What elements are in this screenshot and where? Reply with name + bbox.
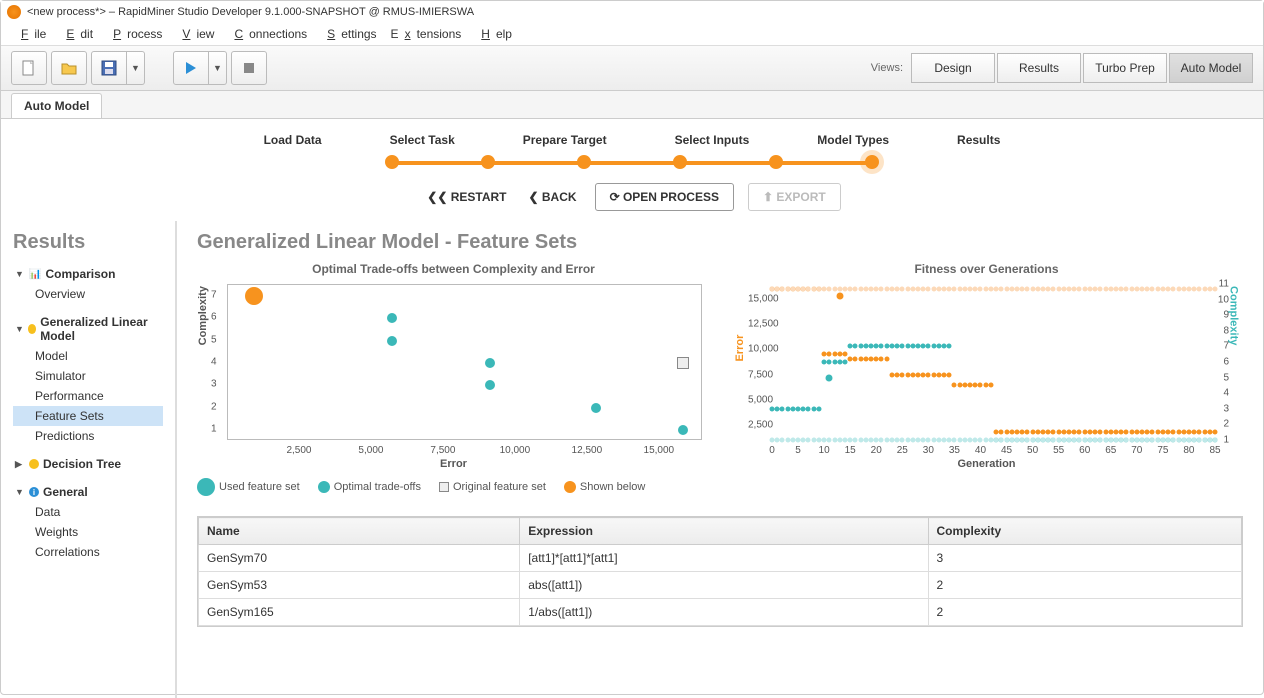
- restart-button[interactable]: ❮❮ RESTART: [423, 184, 510, 210]
- view-turbo-prep[interactable]: Turbo Prep: [1083, 53, 1167, 83]
- menu-edit[interactable]: Edit: [54, 25, 99, 43]
- tree-data[interactable]: Data: [13, 502, 163, 522]
- step-model-types[interactable]: Model Types: [817, 133, 889, 147]
- step-prepare-target[interactable]: Prepare Target: [523, 133, 607, 147]
- chart-legend: Used feature set Optimal trade-offs Orig…: [197, 478, 710, 496]
- chart-fitness: Fitness over Generations Error Complexit…: [730, 262, 1243, 496]
- chart-point: [678, 425, 688, 435]
- views-label: Views:: [871, 62, 903, 74]
- chart-point: [947, 372, 952, 377]
- stop-button[interactable]: [231, 51, 267, 85]
- feature-set-table: Name Expression Complexity GenSym70[att1…: [197, 516, 1243, 627]
- page-title: Generalized Linear Model - Feature Sets: [197, 231, 1243, 254]
- toolbar: ▼ ▼ Views: Design Results Turbo Prep Aut…: [1, 45, 1263, 91]
- chart-point: [947, 344, 952, 349]
- table-row[interactable]: GenSym70[att1]*[att1]*[att1]3: [199, 545, 1242, 572]
- chart-point: [387, 313, 397, 323]
- chart-point: [591, 403, 601, 413]
- open-process-button[interactable]: ⟳ OPEN PROCESS: [595, 183, 734, 211]
- sidebar-title: Results: [13, 231, 163, 254]
- col-expression[interactable]: Expression: [520, 518, 928, 545]
- main-panel: Generalized Linear Model - Feature Sets …: [177, 221, 1263, 698]
- tree-decision-tree[interactable]: ▶Decision Tree: [13, 454, 163, 474]
- chart-point: [1213, 287, 1218, 292]
- menu-connections[interactable]: Connections: [222, 25, 313, 43]
- tab-auto-model[interactable]: Auto Model: [11, 93, 102, 118]
- tree-model[interactable]: Model: [13, 346, 163, 366]
- back-button[interactable]: ❮ BACK: [525, 184, 581, 210]
- tree-glm[interactable]: ▼Generalized Linear Model: [13, 312, 163, 346]
- tree-comparison[interactable]: ▼📊Comparison: [13, 264, 163, 284]
- view-auto-model[interactable]: Auto Model: [1169, 53, 1253, 83]
- chart-point: [842, 352, 847, 357]
- table-row[interactable]: GenSym53abs([att1])2: [199, 572, 1242, 599]
- chart-point: [842, 360, 847, 365]
- run-dropdown[interactable]: ▼: [209, 51, 227, 85]
- chart-point: [485, 358, 495, 368]
- view-design[interactable]: Design: [911, 53, 995, 83]
- chart-point: [816, 406, 821, 411]
- chart-point: [826, 374, 833, 381]
- open-file-button[interactable]: [51, 51, 87, 85]
- col-complexity[interactable]: Complexity: [928, 518, 1242, 545]
- tree-performance[interactable]: Performance: [13, 386, 163, 406]
- chart-point: [836, 293, 843, 300]
- menu-extensions[interactable]: Extensions: [385, 25, 468, 43]
- app-icon: [7, 5, 21, 19]
- chart-point: [988, 382, 993, 387]
- tree-feature-sets[interactable]: Feature Sets: [13, 406, 163, 426]
- view-results[interactable]: Results: [997, 53, 1081, 83]
- run-button[interactable]: [173, 51, 209, 85]
- save-dropdown[interactable]: ▼: [127, 51, 145, 85]
- tree-general[interactable]: ▼iGeneral: [13, 482, 163, 502]
- chart-point: [1213, 438, 1218, 443]
- export-button: ⬆ EXPORT: [748, 183, 841, 211]
- menu-help[interactable]: Help: [469, 25, 518, 43]
- titlebar: <new process*> – RapidMiner Studio Devel…: [1, 1, 1263, 23]
- step-select-task[interactable]: Select Task: [390, 133, 455, 147]
- menubar: File Edit Process View Connections Setti…: [1, 23, 1263, 45]
- chart-point: [677, 357, 689, 369]
- chart-point: [1213, 429, 1218, 434]
- info-icon: i: [29, 487, 39, 497]
- step-results[interactable]: Results: [957, 133, 1000, 147]
- bulb-icon: [28, 324, 36, 334]
- wizard-progress-line: [392, 153, 872, 171]
- new-file-button[interactable]: [11, 51, 47, 85]
- tree-correlations[interactable]: Correlations: [13, 542, 163, 562]
- menu-file[interactable]: File: [9, 25, 52, 43]
- tree-weights[interactable]: Weights: [13, 522, 163, 542]
- chart-point: [245, 287, 263, 305]
- sidebar: Results ▼📊Comparison Overview ▼Generaliz…: [1, 221, 177, 698]
- save-button[interactable]: [91, 51, 127, 85]
- tree-predictions[interactable]: Predictions: [13, 426, 163, 446]
- window-title: <new process*> – RapidMiner Studio Devel…: [27, 6, 474, 18]
- tree-overview[interactable]: Overview: [13, 284, 163, 304]
- tabstrip: Auto Model: [1, 91, 1263, 119]
- chart-point: [485, 380, 495, 390]
- table-row[interactable]: GenSym1651/abs([att1])2: [199, 599, 1242, 626]
- step-select-inputs[interactable]: Select Inputs: [675, 133, 750, 147]
- menu-settings[interactable]: Settings: [315, 25, 382, 43]
- bulb-icon: [29, 459, 39, 469]
- col-name[interactable]: Name: [199, 518, 520, 545]
- chart-point: [387, 336, 397, 346]
- wizard: Load Data Select Task Prepare Target Sel…: [1, 119, 1263, 221]
- chart-tradeoffs: Optimal Trade-offs between Complexity an…: [197, 262, 710, 496]
- menu-process[interactable]: Process: [101, 25, 168, 43]
- chart-point: [884, 357, 889, 362]
- step-load-data[interactable]: Load Data: [264, 133, 322, 147]
- tree-simulator[interactable]: Simulator: [13, 366, 163, 386]
- menu-view[interactable]: View: [170, 25, 220, 43]
